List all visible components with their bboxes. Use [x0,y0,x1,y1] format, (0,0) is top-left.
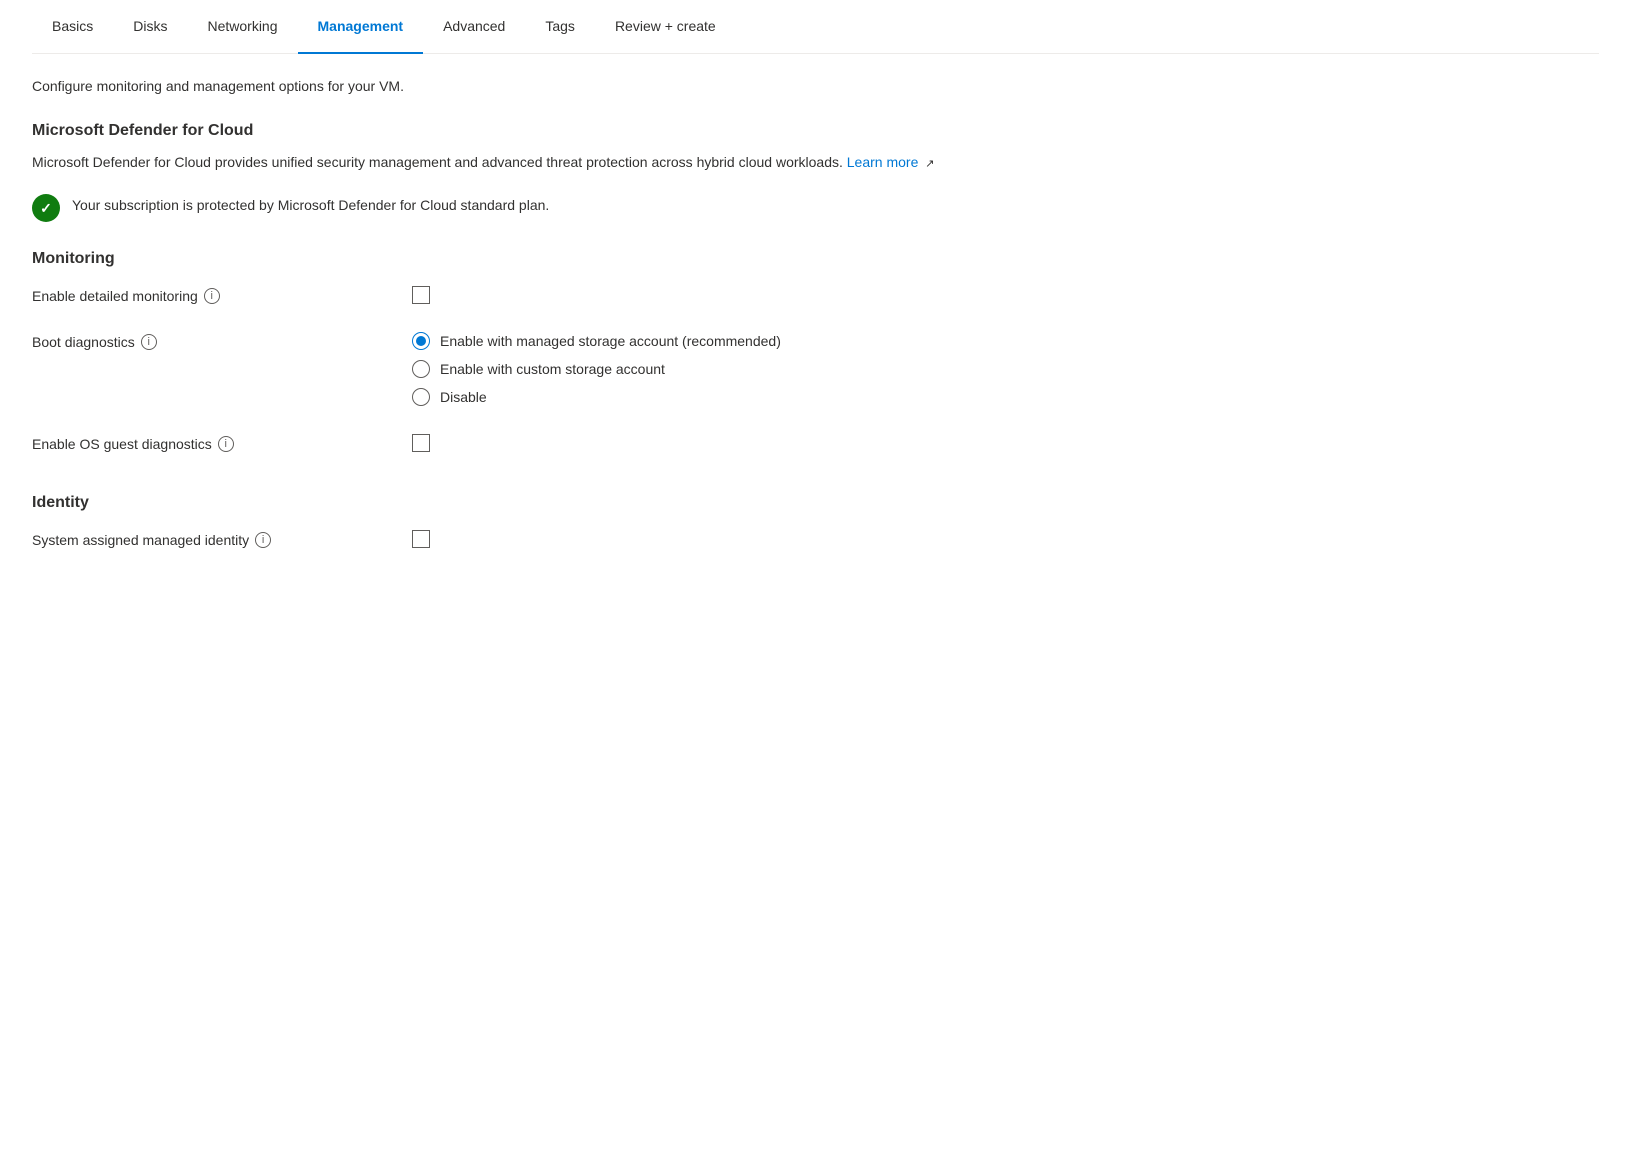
tab-advanced[interactable]: Advanced [423,0,525,54]
identity-section: Identity System assigned managed identit… [32,494,1168,562]
enable-detailed-monitoring-checkbox[interactable] [412,286,430,304]
os-guest-diagnostics-checkbox[interactable] [412,434,430,452]
defender-section: Microsoft Defender for Cloud Microsoft D… [32,122,1168,222]
tab-basics[interactable]: Basics [32,0,113,54]
boot-diagnostics-custom-label: Enable with custom storage account [440,361,665,377]
boot-diagnostics-custom-option[interactable]: Enable with custom storage account [412,360,1168,378]
boot-diagnostics-info-icon[interactable]: i [141,334,157,350]
enable-detailed-monitoring-control [412,286,1168,304]
boot-diagnostics-radio-group: Enable with managed storage account (rec… [412,332,1168,406]
os-guest-diagnostics-info-icon[interactable]: i [218,436,234,452]
main-content: Configure monitoring and management opti… [0,54,1200,614]
os-guest-diagnostics-row: Enable OS guest diagnostics i [32,420,1168,466]
tab-review-create[interactable]: Review + create [595,0,736,54]
boot-diagnostics-managed-option[interactable]: Enable with managed storage account (rec… [412,332,1168,350]
defender-status-badge: Your subscription is protected by Micros… [32,193,1168,222]
system-assigned-identity-info-icon[interactable]: i [255,532,271,548]
boot-diagnostics-row: Boot diagnostics i Enable with managed s… [32,318,1168,420]
system-assigned-identity-checkbox[interactable] [412,530,430,548]
defender-section-title: Microsoft Defender for Cloud [32,122,1168,140]
page-description: Configure monitoring and management opti… [32,78,1168,94]
identity-section-title: Identity [32,494,1168,512]
monitoring-section-title: Monitoring [32,250,1168,268]
boot-diagnostics-managed-label: Enable with managed storage account (rec… [440,333,781,349]
enable-detailed-monitoring-label: Enable detailed monitoring i [32,286,412,304]
os-guest-diagnostics-label: Enable OS guest diagnostics i [32,434,412,452]
system-assigned-identity-label: System assigned managed identity i [32,530,412,548]
enable-detailed-monitoring-row: Enable detailed monitoring i [32,272,1168,318]
boot-diagnostics-disable-option[interactable]: Disable [412,388,1168,406]
boot-diagnostics-disable-label: Disable [440,389,487,405]
enable-detailed-monitoring-info-icon[interactable]: i [204,288,220,304]
boot-diagnostics-control: Enable with managed storage account (rec… [412,332,1168,406]
system-assigned-identity-control [412,530,1168,548]
os-guest-diagnostics-control [412,434,1168,452]
boot-diagnostics-custom-radio[interactable] [412,360,430,378]
external-link-icon: ↗ [925,156,934,173]
check-circle-icon [32,194,60,222]
tab-navigation: BasicsDisksNetworkingManagementAdvancedT… [32,0,1599,54]
boot-diagnostics-label: Boot diagnostics i [32,332,412,350]
tab-management[interactable]: Management [298,0,424,54]
boot-diagnostics-disable-radio[interactable] [412,388,430,406]
system-assigned-identity-row: System assigned managed identity i [32,516,1168,562]
tab-tags[interactable]: Tags [525,0,595,54]
defender-description: Microsoft Defender for Cloud provides un… [32,152,1168,173]
tab-disks[interactable]: Disks [113,0,187,54]
defender-status-text: Your subscription is protected by Micros… [72,193,549,213]
monitoring-section: Monitoring Enable detailed monitoring i … [32,250,1168,466]
tab-networking[interactable]: Networking [187,0,297,54]
learn-more-link[interactable]: Learn more [847,154,919,170]
boot-diagnostics-managed-radio[interactable] [412,332,430,350]
